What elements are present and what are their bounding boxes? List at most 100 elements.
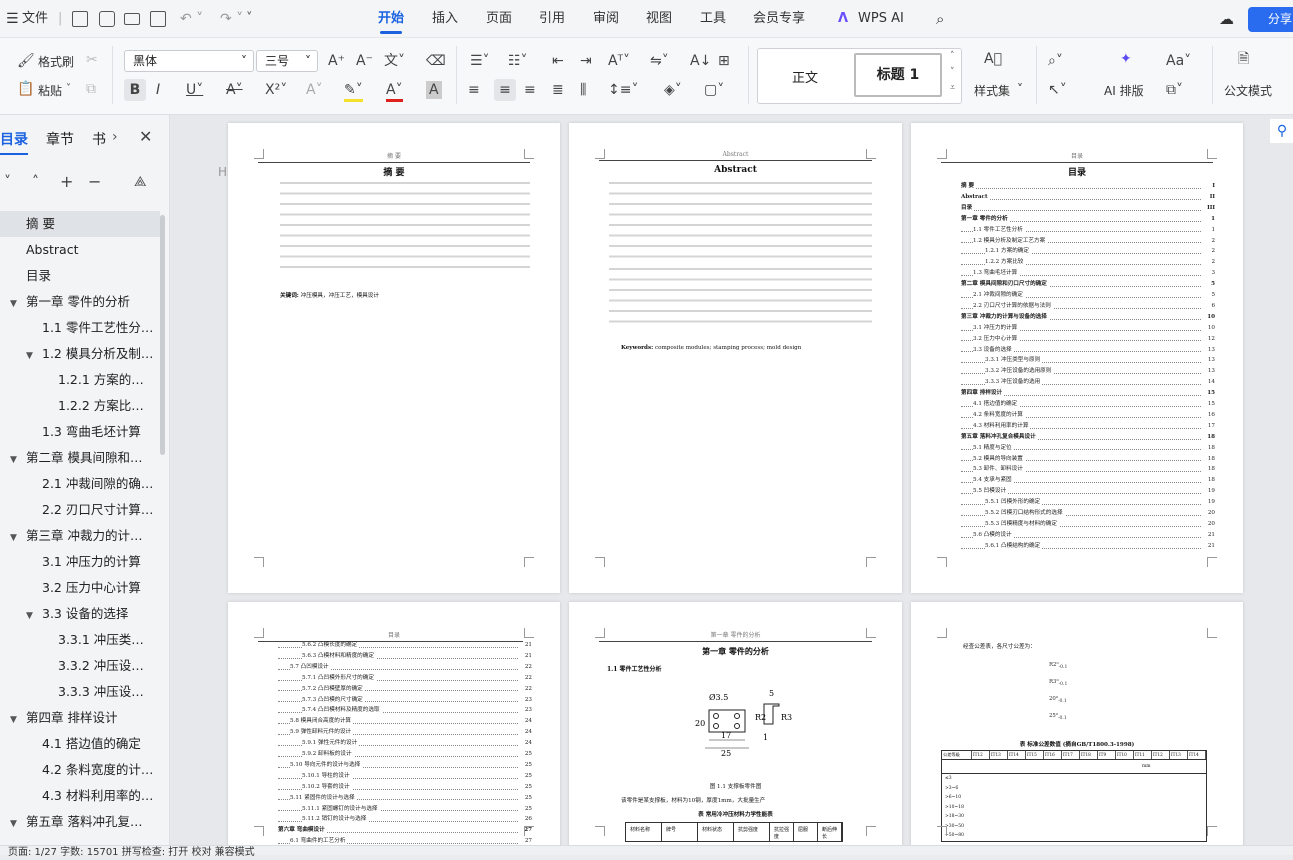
collapse-arrow-icon[interactable]: ▼ [10,447,20,471]
toc-entry[interactable]: 5.5.1 凹模外形的确定 19 [961,497,1215,508]
tab-home[interactable]: 开始 [378,0,404,38]
font-size-select[interactable]: 三号 ˅ [256,50,318,72]
toc-nav-item[interactable]: ▼ 第四章 排样设计 [0,705,160,731]
tab-view[interactable]: 视图 [646,0,672,38]
toc-entry[interactable]: 第六章 弯曲模设计 27 [278,825,532,837]
toc-entry[interactable]: 5.1 精度与定位 18 [961,442,1215,454]
print-icon[interactable] [124,13,140,25]
borders-icon[interactable]: ▢˅ [704,81,724,99]
tab-bookmarks[interactable]: 书 [92,129,106,149]
toc-entry[interactable]: 1.2 模具分析及制定工艺方案 2 [961,235,1215,247]
align-left-icon[interactable]: ≡ [468,81,480,99]
font-name-select[interactable]: 黑体 ˅ [124,50,254,72]
collapse-all-icon[interactable]: ˅ [4,173,11,191]
scroll-down-icon[interactable]: ˅ [950,67,955,77]
style-heading1[interactable]: 标题 1 [854,53,942,97]
arrange-icon[interactable]: ⧉˅ [1166,81,1183,99]
align-center-icon[interactable]: ≡ [494,79,516,101]
numbered-list-icon[interactable]: ☷˅ [508,52,528,70]
decrease-indent-icon[interactable]: ⇤ [552,52,564,70]
toc-nav-item[interactable]: 4.3 材料利用率的… [0,783,160,809]
toc-entry[interactable]: 4.2 条料宽度的计算 16 [961,409,1215,421]
toc-entry[interactable]: 5.10.1 导柱的设计 25 [278,770,532,782]
toc-nav-item[interactable]: 2.1 冲裁间隙的确… [0,471,160,497]
superscript-icon[interactable]: X²˅ [265,81,287,99]
toc-entry[interactable]: 4.1 搭边值的确定 15 [961,399,1215,410]
toc-entry[interactable]: 5.6.2 凸模长度的确定 21 [278,640,532,651]
chevron-right-icon[interactable]: › [112,129,118,145]
show-marks-icon[interactable]: ⊞ [718,52,730,70]
scrollbar[interactable] [160,215,165,455]
more-chevron-icon[interactable]: ˅ [246,0,253,38]
toc-entry[interactable]: 5.3 卸件、卸料设计 18 [961,464,1215,476]
official-mode-button[interactable]: 公文模式 [1224,82,1272,99]
toc-nav-item[interactable]: ▼ 第三章 冲裁力的计… [0,523,160,549]
toc-entry[interactable]: 5.11.1 紧固螺钉的设计与选择 25 [278,803,532,815]
copy-icon[interactable]: ⧉ [86,80,96,98]
share-button[interactable]: 分享 [1248,7,1293,32]
cloud-upload-icon[interactable]: ☁ [1219,0,1234,38]
toc-entry[interactable]: 3.3.1 冲压类型与原则 13 [961,355,1215,367]
search-icon[interactable]: ⌕ [936,0,944,38]
tab-review[interactable]: 审阅 [593,0,619,38]
toc-entry[interactable]: 3.3 设备的选择 13 [961,344,1215,356]
toc-entry[interactable]: 5.8 模具闭合高度的计算 24 [278,716,532,728]
toc-entry[interactable]: 5.9.1 弹性元件的设计 24 [278,738,532,749]
wps-ai-button[interactable]: WPS AI [858,0,904,38]
toc-nav-item[interactable]: 3.3.3 冲压设… [0,679,160,705]
close-icon[interactable]: ✕ [139,127,152,146]
tab-tools[interactable]: 工具 [700,0,726,38]
toc-entry[interactable]: Abstract II [961,191,1215,203]
toc-entry[interactable]: 摘 要I [961,181,1215,192]
tab-insert[interactable]: 插入 [432,0,458,38]
toc-entry[interactable]: 1.2.2 方案比较 2 [961,257,1215,269]
toc-nav-item[interactable]: 1.2.2 方案比… [0,393,160,419]
style-set-button[interactable]: 样式集 [974,82,1010,99]
line-break-icon[interactable]: ⇋˅ [650,52,669,70]
toc-entry[interactable]: 5.9.2 卸料板的设计 25 [278,749,532,760]
toc-entry[interactable]: 第五章 落料冲孔复合模具设计 18 [961,431,1215,443]
save-icon[interactable] [99,11,115,27]
toc-nav-item[interactable]: 4.2 条料宽度的计… [0,757,160,783]
toc-entry[interactable]: 5.10.2 导套的设计 25 [278,781,532,793]
toc-entry[interactable]: 2.2 刃口尺寸计算的依据与法则 6 [961,300,1215,312]
toc-entry[interactable]: 5.5.3 凹模精度与材料的确定 20 [961,518,1215,530]
phonetic-icon[interactable]: 文˅ [384,52,405,70]
style-normal[interactable]: 正文 [792,67,818,86]
toc-nav-item[interactable]: ▼ 1.2 模具分析及制… [0,341,160,367]
change-case-icon[interactable]: Aa˅ [1166,52,1191,70]
hamburger-icon[interactable]: ☰ [6,0,19,38]
italic-icon[interactable]: I [156,81,160,99]
collapse-arrow-icon[interactable]: ▼ [10,707,20,731]
toc-nav-item[interactable]: 3.1 冲压力的计算 [0,549,160,575]
char-shading-icon[interactable]: A [426,81,442,99]
distributed-icon[interactable]: ⫼ [580,81,586,99]
toc-entry[interactable]: 5.6.1 凸模结构的确定 21 [961,540,1215,552]
toc-entry[interactable]: 目录 III [961,202,1215,214]
toc-entry[interactable]: 5.7 凸凹模设计 22 [278,661,532,673]
toc-nav-item[interactable]: ▼ 第五章 落料冲孔复… [0,809,160,835]
toc-nav-item[interactable]: Abstract [0,237,160,263]
toc-entry[interactable]: 5.7.4 凸凹模材料及精度的选取 23 [278,705,532,717]
toc-entry[interactable]: 2.1 冲裁间隙的确定 5 [961,290,1215,301]
collapse-arrow-icon[interactable]: ▼ [10,291,20,315]
toc-nav-item[interactable]: 1.3 弯曲毛坯计算 [0,419,160,445]
redo-icon[interactable]: ↷ ˅ [220,0,243,38]
increase-font-icon[interactable]: A⁺ [328,52,345,70]
toc-entry[interactable]: 5.7.1 凸凹模外形尺寸的确定 22 [278,672,532,684]
toc-nav-item[interactable]: 1.1 零件工艺性分… [0,315,160,341]
remove-heading-icon[interactable]: − [88,173,101,191]
tab-toc[interactable]: 目录 [0,129,28,155]
add-heading-icon[interactable]: + [60,173,73,191]
tab-references[interactable]: 引用 [539,0,565,38]
sort-icon[interactable]: A↓ [690,52,711,70]
toc-entry[interactable]: 5.7.2 凸凹模壁厚的确定 22 [278,683,532,695]
toc-entry[interactable]: 4.3 材料利用率的计算 17 [961,420,1215,432]
toc-nav-item[interactable]: 摘 要 [0,211,160,237]
underline-icon[interactable]: U˅ [186,81,203,99]
scroll-up-icon[interactable]: ˄ [950,51,955,61]
text-direction-icon[interactable]: Aᵀ˅ [608,52,630,70]
toc-entry[interactable]: 5.10 导向元件的设计与选择 25 [278,759,532,771]
toc-nav-item[interactable]: 3.3.2 冲压设… [0,653,160,679]
toc-entry[interactable]: 3.3.3 冲压设备的选用 14 [961,377,1215,389]
